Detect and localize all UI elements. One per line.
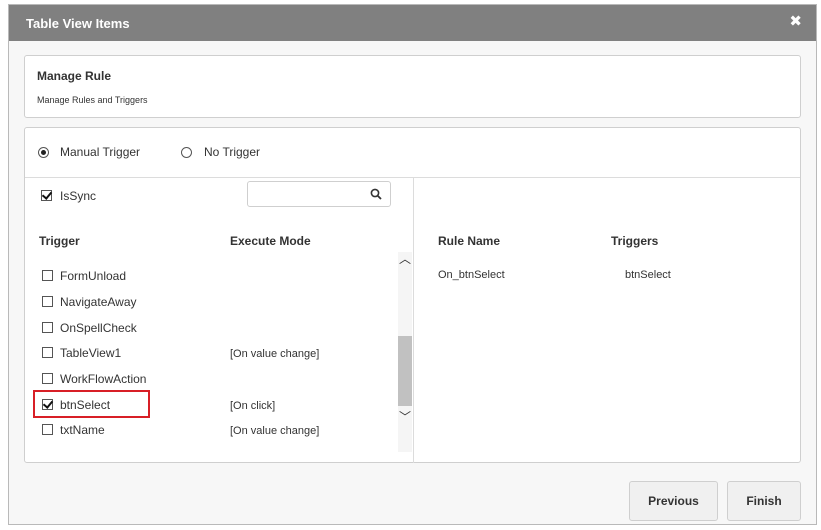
issync-label[interactable]: IsSync	[60, 189, 96, 203]
selected-trigger-highlight	[33, 390, 150, 418]
trigger-name[interactable]: WorkFlowAction	[60, 372, 146, 386]
rule-name[interactable]: On_btnSelect	[438, 269, 505, 281]
triggers-column-header: Triggers	[611, 234, 659, 248]
panel-title: Manage Rule	[37, 69, 112, 83]
panel-subtitle: Manage Rules and Triggers	[37, 95, 148, 105]
trigger-checkbox[interactable]	[42, 296, 53, 307]
manual-trigger-radio[interactable]	[38, 147, 49, 158]
dialog-title: Table View Items	[26, 16, 130, 31]
trigger-list-scrollbar[interactable]: ︿ ﹀	[398, 252, 412, 452]
trigger-name[interactable]: OnSpellCheck	[60, 321, 137, 335]
execute-mode-column-header: Execute Mode	[230, 234, 311, 248]
trigger-name[interactable]: TableView1	[60, 346, 121, 360]
execute-mode-value: [On value change]	[230, 348, 320, 360]
scroll-thumb[interactable]	[398, 336, 412, 406]
trigger-checkbox[interactable]	[42, 373, 53, 384]
no-trigger-label[interactable]: No Trigger	[204, 145, 260, 159]
chevron-down-icon[interactable]: ﹀	[398, 410, 412, 424]
finish-button[interactable]: Finish	[727, 481, 801, 521]
table-view-items-dialog: Table View Items ✖ Manage Rule Manage Ru…	[8, 4, 817, 525]
trigger-checkbox[interactable]	[42, 347, 53, 358]
trigger-name[interactable]: FormUnload	[60, 269, 126, 283]
execute-mode-value: [On click]	[230, 400, 276, 412]
pane-divider	[413, 178, 414, 463]
trigger-name[interactable]: NavigateAway	[60, 295, 137, 309]
trigger-checkbox[interactable]	[42, 322, 53, 333]
chevron-up-icon[interactable]: ︿	[398, 252, 412, 266]
rules-panel: Manual Trigger No Trigger IsSync Trigger…	[24, 127, 801, 463]
manage-rule-panel: Manage Rule Manage Rules and Triggers	[24, 55, 801, 118]
rule-name-column-header: Rule Name	[438, 234, 501, 248]
previous-button[interactable]: Previous	[629, 481, 718, 521]
execute-mode-value: [On value change]	[230, 425, 320, 437]
triggers-pane: IsSync Trigger Execute Mode FormUnload N…	[25, 178, 413, 463]
trigger-column-header: Trigger	[39, 234, 80, 248]
dialog-titlebar: Table View Items ✖	[9, 5, 816, 41]
close-icon[interactable]: ✖	[789, 14, 802, 30]
no-trigger-radio[interactable]	[181, 147, 192, 158]
issync-checkbox[interactable]	[41, 190, 52, 201]
trigger-type-row: Manual Trigger No Trigger	[25, 128, 800, 178]
trigger-name[interactable]: txtName	[60, 423, 105, 437]
trigger-checkbox[interactable]	[42, 270, 53, 281]
trigger-checkbox[interactable]	[42, 424, 53, 435]
trigger-search-input[interactable]	[252, 185, 364, 203]
search-icon[interactable]	[370, 188, 382, 200]
rule-triggers: btnSelect	[625, 269, 671, 281]
trigger-search-box[interactable]	[247, 181, 391, 207]
manual-trigger-label[interactable]: Manual Trigger	[60, 145, 140, 159]
